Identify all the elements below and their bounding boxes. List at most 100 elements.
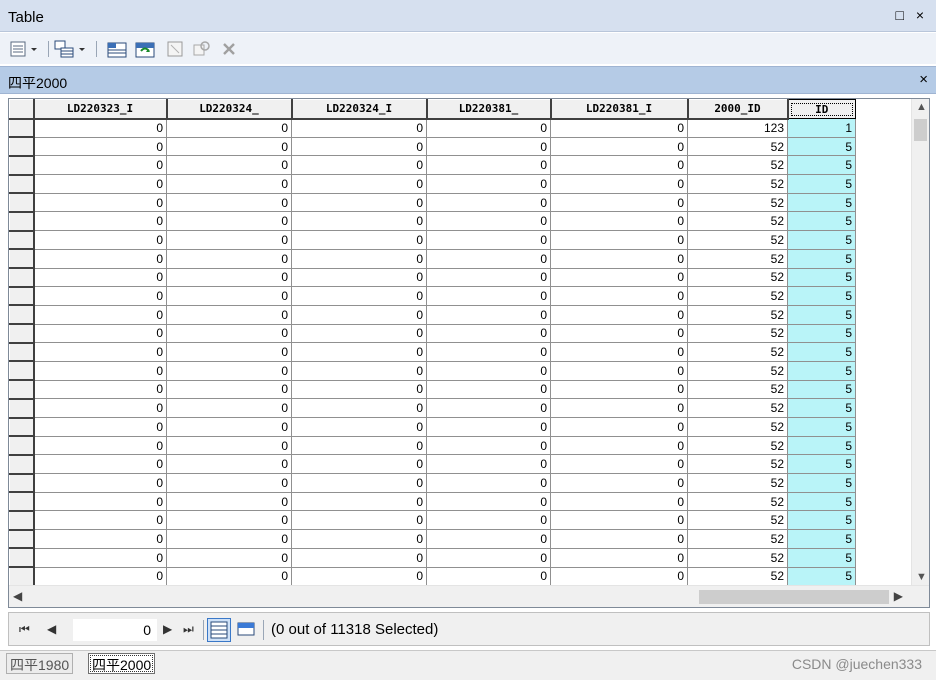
table-cell[interactable]: 0 <box>291 211 427 232</box>
row-selector[interactable] <box>9 473 35 494</box>
table-cell[interactable]: 0 <box>426 174 551 194</box>
table-cell[interactable]: 0 <box>426 398 551 418</box>
scroll-up-icon[interactable]: ▲ <box>916 101 927 113</box>
table-cell[interactable]: 52 <box>687 323 788 344</box>
table-cell[interactable]: 0 <box>166 417 292 437</box>
table-cell[interactable]: 5 <box>787 304 856 325</box>
table-cell[interactable]: 0 <box>291 510 427 531</box>
table-cell[interactable]: 0 <box>426 230 551 250</box>
switch-selection-icon[interactable] <box>134 39 156 59</box>
table-cell[interactable]: 0 <box>426 454 551 475</box>
table-row[interactable]: 0 0 0 0 0 52 5 <box>9 267 856 288</box>
row-selector[interactable] <box>9 566 35 587</box>
vertical-scroll-thumb[interactable] <box>914 119 927 141</box>
table-cell[interactable]: 0 <box>291 473 427 493</box>
table-cell[interactable]: 0 <box>166 379 292 400</box>
table-cell[interactable]: 5 <box>787 454 856 475</box>
row-selector[interactable] <box>9 435 35 456</box>
table-cell[interactable]: 52 <box>687 547 788 568</box>
table-cell[interactable]: 0 <box>426 248 551 269</box>
table-cell[interactable]: 0 <box>166 323 292 344</box>
table-cell[interactable]: 0 <box>426 566 551 587</box>
table-cell[interactable]: 0 <box>166 304 292 325</box>
row-selector[interactable] <box>9 360 35 382</box>
column-header[interactable]: LD220323_I <box>33 99 168 120</box>
table-cell[interactable]: 5 <box>787 510 856 531</box>
table-cell[interactable]: 0 <box>291 547 427 568</box>
table-row[interactable]: 0 0 0 0 0 52 5 <box>9 417 856 438</box>
related-tables-icon[interactable] <box>54 39 90 59</box>
row-selector[interactable] <box>9 230 35 251</box>
table-cell[interactable]: 0 <box>426 286 551 306</box>
last-record-icon[interactable]: ⏭ <box>183 622 194 637</box>
table-cell[interactable]: 52 <box>687 510 788 531</box>
table-cell[interactable]: 0 <box>166 136 292 157</box>
table-row[interactable]: 0 0 0 0 0 52 5 <box>9 304 856 326</box>
table-cell[interactable]: 0 <box>550 510 688 531</box>
row-selector[interactable] <box>9 398 35 419</box>
table-cell[interactable]: 0 <box>33 267 167 288</box>
table-cell[interactable]: 0 <box>550 155 688 176</box>
table-cell[interactable]: 0 <box>550 118 688 138</box>
row-selector[interactable] <box>9 211 35 232</box>
table-cell[interactable]: 0 <box>426 267 551 288</box>
table-cell[interactable]: 0 <box>291 323 427 344</box>
previous-record-icon[interactable]: ◀ <box>47 622 56 636</box>
row-selector[interactable] <box>9 267 35 288</box>
table-cell[interactable]: 0 <box>426 417 551 437</box>
table-cell[interactable]: 0 <box>550 491 688 512</box>
table-cell[interactable]: 0 <box>33 547 167 568</box>
scroll-left-icon[interactable]: ◀ <box>13 589 22 603</box>
table-cell[interactable]: 0 <box>550 286 688 306</box>
table-cell[interactable]: 0 <box>426 360 551 381</box>
clear-selection-icon[interactable] <box>166 39 184 59</box>
row-selector[interactable] <box>9 174 35 195</box>
table-row[interactable]: 0 0 0 0 0 52 5 <box>9 174 856 195</box>
table-cell[interactable]: 52 <box>687 267 788 288</box>
table-cell[interactable]: 5 <box>787 379 856 400</box>
table-cell[interactable]: 0 <box>166 118 292 138</box>
show-all-records-icon[interactable] <box>207 618 231 642</box>
table-cell[interactable]: 0 <box>33 398 167 418</box>
row-selector[interactable] <box>9 379 35 400</box>
table-cell[interactable]: 1 <box>787 118 856 138</box>
table-row[interactable]: 0 0 0 0 0 52 5 <box>9 547 856 568</box>
table-cell[interactable]: 0 <box>426 473 551 493</box>
table-cell[interactable]: 0 <box>291 360 427 381</box>
table-cell[interactable]: 5 <box>787 286 856 306</box>
table-cell[interactable]: 0 <box>33 379 167 400</box>
zoom-to-selected-icon[interactable] <box>192 39 212 59</box>
table-cell[interactable]: 0 <box>550 230 688 250</box>
table-cell[interactable]: 0 <box>166 547 292 568</box>
table-cell[interactable]: 52 <box>687 286 788 306</box>
table-cell[interactable]: 0 <box>166 435 292 456</box>
table-cell[interactable]: 0 <box>550 435 688 456</box>
table-cell[interactable]: 0 <box>166 473 292 493</box>
table-cell[interactable]: 0 <box>550 417 688 437</box>
table-row[interactable]: 0 0 0 0 0 52 5 <box>9 435 856 456</box>
table-cell[interactable]: 5 <box>787 230 856 250</box>
table-cell[interactable]: 0 <box>33 454 167 475</box>
bottom-tab[interactable]: 四平1980 <box>6 653 74 674</box>
table-cell[interactable]: 0 <box>33 136 167 157</box>
table-cell[interactable]: 0 <box>291 248 427 269</box>
table-cell[interactable]: 0 <box>291 118 427 138</box>
table-cell[interactable]: 0 <box>291 174 427 194</box>
scroll-down-icon[interactable]: ▼ <box>916 571 927 583</box>
table-cell[interactable]: 0 <box>291 379 427 400</box>
table-cell[interactable]: 52 <box>687 342 788 362</box>
table-cell[interactable]: 52 <box>687 454 788 475</box>
table-cell[interactable]: 0 <box>426 529 551 549</box>
table-cell[interactable]: 0 <box>550 398 688 418</box>
table-cell[interactable]: 0 <box>426 379 551 400</box>
table-cell[interactable]: 0 <box>33 155 167 176</box>
row-selector[interactable] <box>9 510 35 531</box>
table-cell[interactable]: 0 <box>426 211 551 232</box>
table-cell[interactable]: 0 <box>550 267 688 288</box>
row-selector-header[interactable] <box>9 99 35 120</box>
table-cell[interactable]: 5 <box>787 136 856 157</box>
table-cell[interactable]: 0 <box>426 435 551 456</box>
window-controls[interactable]: □ × <box>895 7 928 23</box>
table-cell[interactable]: 0 <box>166 248 292 269</box>
table-cell[interactable]: 0 <box>291 304 427 325</box>
